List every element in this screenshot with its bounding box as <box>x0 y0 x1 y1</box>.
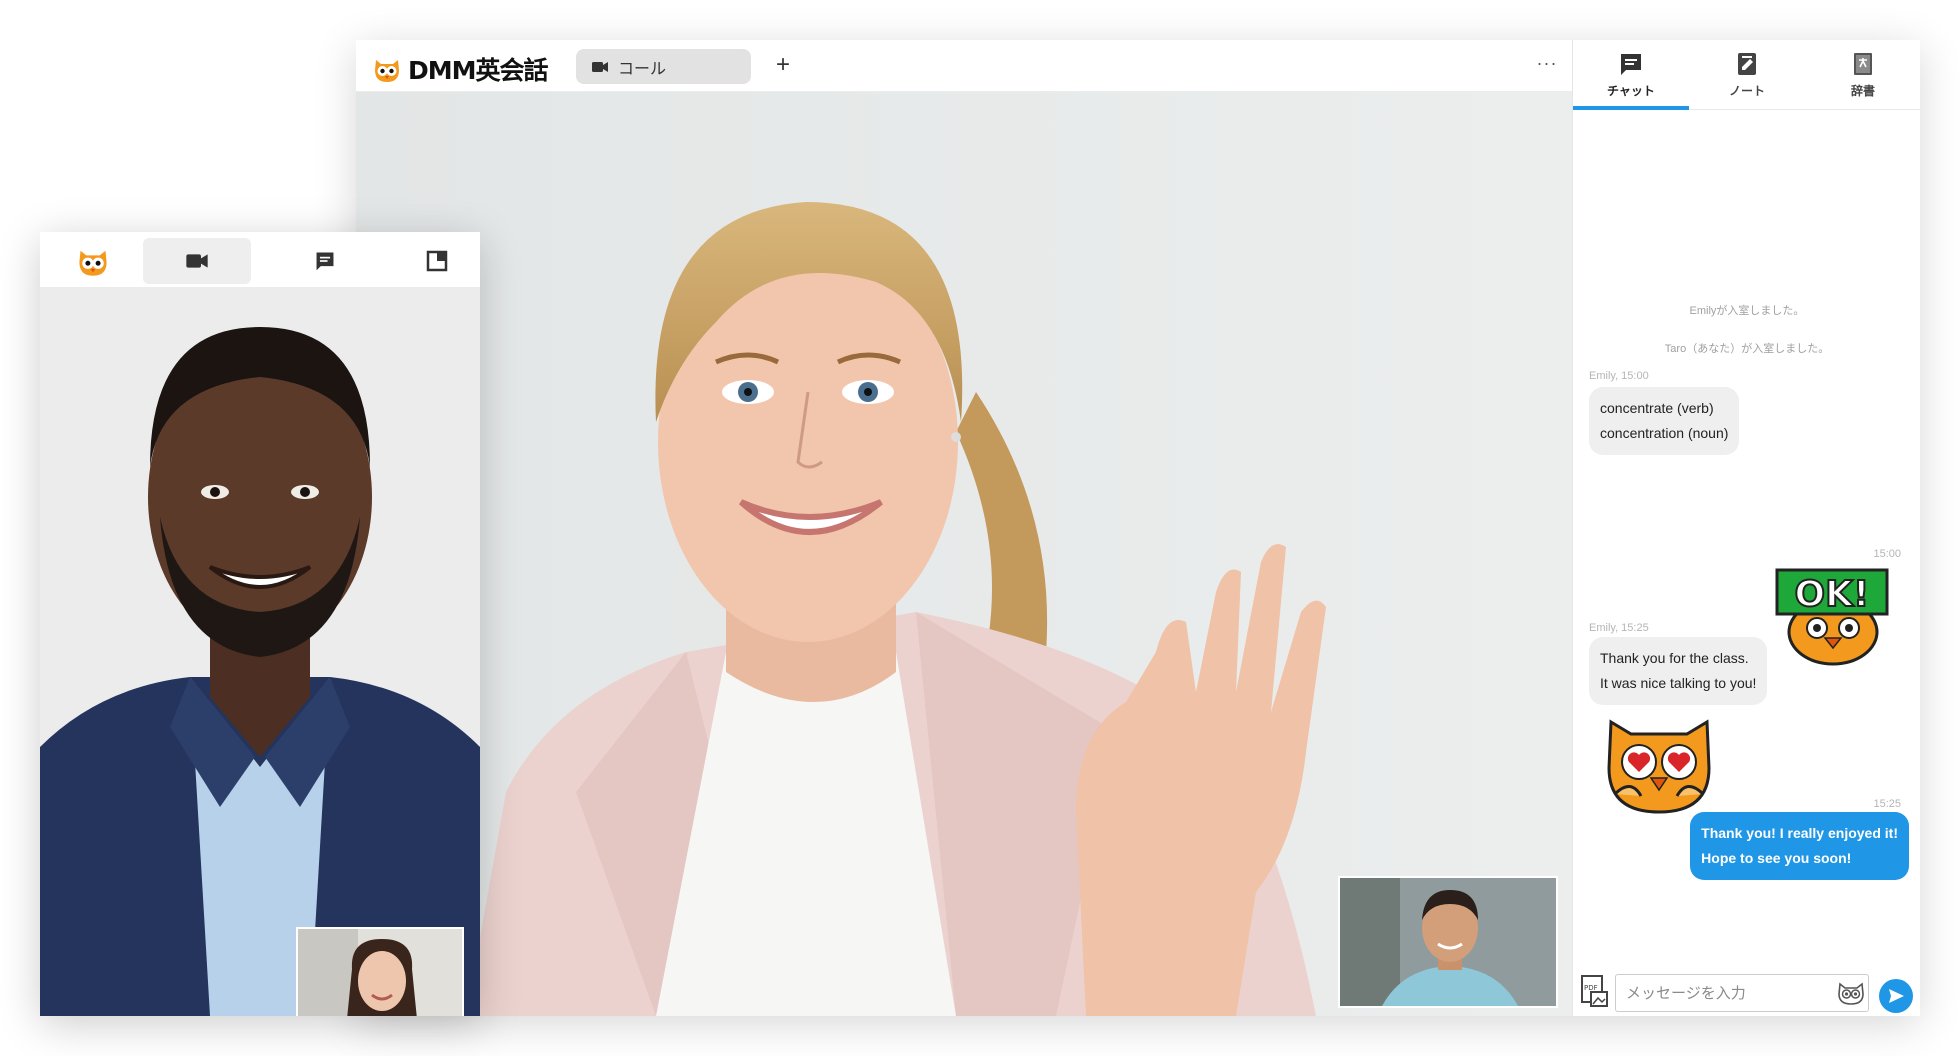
message-meta: Emily, 15:00 <box>1589 370 1649 382</box>
brand-name: DMM英会話 <box>408 56 549 85</box>
ok-sticker: OK! <box>1775 568 1889 666</box>
mini-tab-video[interactable] <box>143 238 251 284</box>
more-options-button[interactable]: ··· <box>1530 48 1564 84</box>
remote-video <box>356 92 1572 1016</box>
tab-note-label: ノート <box>1728 83 1765 98</box>
new-tab-button[interactable]: + <box>766 48 800 84</box>
pip-icon <box>426 250 448 272</box>
tab-chat-label: チャット <box>1607 83 1655 98</box>
mini-self-video-feed <box>298 929 462 1016</box>
mini-window-toolbar <box>40 232 480 287</box>
chat-icon <box>1621 53 1641 75</box>
chat-log: Emilyが入室しました。 Taro（あなた）が入室しました。 Emily, 1… <box>1573 110 1920 978</box>
mini-tab-chat[interactable] <box>300 238 350 284</box>
tab-dictionary[interactable]: 辞書 <box>1805 40 1920 109</box>
chat-bubble-tutor: Thank you for the class. It was nice tal… <box>1589 637 1768 705</box>
owl-logo-icon <box>375 60 399 82</box>
owl-logo-icon <box>79 250 107 276</box>
message-meta: 15:25 <box>1873 798 1901 810</box>
dictionary-icon <box>1854 52 1872 75</box>
note-icon <box>1738 52 1756 75</box>
video-camera-icon <box>186 254 208 268</box>
system-message: Emilyが入室しました。 <box>1689 305 1805 317</box>
side-panel: チャット ノート 辞書 Emilyが入室しました。 Taro（あなた）が入室しま… <box>1572 40 1920 1016</box>
brand-logo[interactable]: DMM英会話 <box>372 51 549 87</box>
self-video-feed <box>1340 878 1556 1006</box>
mini-video-feed <box>40 287 480 1016</box>
call-tab-label: コール <box>618 60 667 78</box>
chat-icon <box>316 252 334 271</box>
message-meta: 15:00 <box>1873 548 1901 560</box>
tab-call[interactable]: コール <box>576 49 751 84</box>
system-message: Taro（あなた）が入室しました。 <box>1664 343 1830 355</box>
video-camera-icon <box>592 61 608 72</box>
send-icon <box>1889 989 1904 1003</box>
message-composer: PDF <box>1573 968 1920 1016</box>
owl-heart-eyes-sticker <box>1607 719 1711 814</box>
chat-bubble-self: Thank you! I really enjoyed it! Hope to … <box>1690 812 1909 880</box>
mini-self-video-thumbnail[interactable] <box>296 927 464 1016</box>
tab-note[interactable]: ノート <box>1689 40 1805 109</box>
mini-owl-logo[interactable] <box>70 238 116 284</box>
owl-face-icon[interactable] <box>1837 980 1865 1006</box>
self-video-thumbnail[interactable] <box>1338 876 1558 1008</box>
message-meta: Emily, 15:25 <box>1589 622 1649 634</box>
svg-text:PDF: PDF <box>1584 984 1598 992</box>
main-call-window: DMM英会話 コール + ··· チャット ノート 辞書 Emilyが入室しまし… <box>356 40 1920 1016</box>
mini-tab-pip[interactable] <box>412 238 462 284</box>
mini-call-window <box>40 232 480 1016</box>
send-button[interactable] <box>1879 979 1913 1013</box>
tab-dictionary-label: 辞書 <box>1850 83 1875 98</box>
message-input[interactable] <box>1615 974 1869 1012</box>
tab-chat[interactable]: チャット <box>1573 40 1689 110</box>
chat-bubble-tutor: concentrate (verb) concentration (noun) <box>1589 387 1740 455</box>
pdf-image-attach-icon[interactable]: PDF <box>1579 974 1609 1010</box>
sticker-text: OK! <box>1795 574 1870 615</box>
main-toolbar: DMM英会話 コール + ··· <box>356 40 1572 92</box>
mini-remote-video <box>40 287 480 1016</box>
side-panel-tabs: チャット ノート 辞書 <box>1573 40 1920 110</box>
